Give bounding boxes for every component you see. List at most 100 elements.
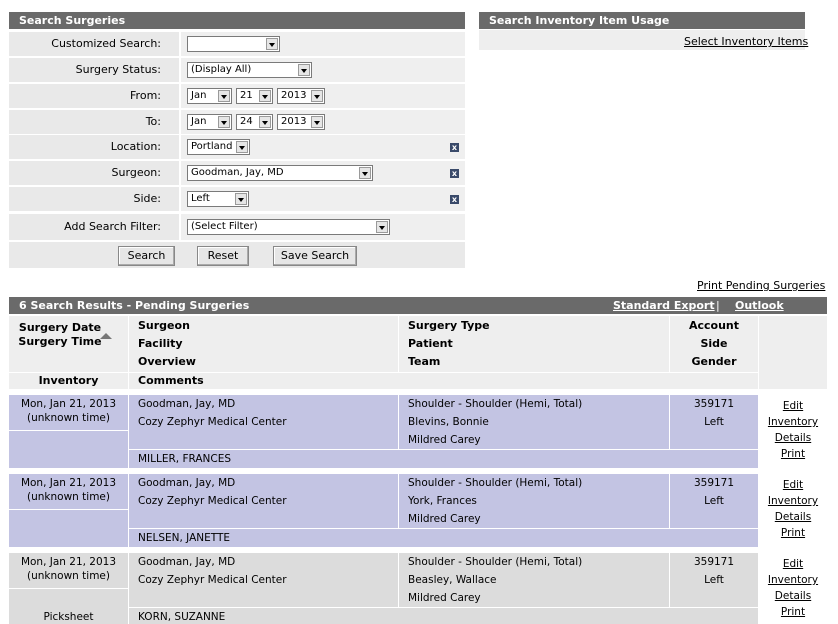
customized-search-select[interactable] (187, 36, 280, 52)
to-day-select[interactable]: 24 (236, 114, 273, 130)
add-filter-label: Add Search Filter: (64, 220, 161, 233)
select-inventory-items-link[interactable]: Select Inventory Items (684, 35, 808, 48)
from-month-select[interactable]: Jan (187, 88, 232, 104)
add-filter-row: Add Search Filter: (Select Filter) (9, 214, 465, 240)
surgery-date: Mon, Jan 21, 2013 (20, 398, 117, 410)
side-select[interactable]: Left (187, 191, 249, 207)
chevron-down-icon (359, 167, 371, 179)
row-divider (128, 395, 129, 468)
from-date-row: From: Jan 21 2013 (9, 84, 465, 108)
print-pending-surgeries-link[interactable]: Print Pending Surgeries (697, 279, 825, 292)
standard-export-link[interactable]: Standard Export (613, 297, 715, 314)
row-divider (128, 528, 758, 529)
surgery-type-header: Surgery Type (408, 319, 490, 332)
account-cell-value: 359171 (693, 556, 735, 568)
comments-cell-value: KORN, SUZANNE (138, 611, 226, 623)
to-year-value: 2013 (281, 116, 307, 127)
chevron-down-icon (236, 141, 248, 153)
save-search-button[interactable]: Save Search (273, 246, 357, 266)
edit-link[interactable]: Edit (759, 400, 827, 412)
from-day-select[interactable]: 21 (236, 88, 273, 104)
team-cell-value: Mildred Carey (408, 592, 481, 604)
customized-search-label: Customized Search: (51, 37, 161, 50)
facility-cell-value: Cozy Zephyr Medical Center (138, 416, 287, 428)
row-divider (128, 607, 758, 608)
remove-surgeon-filter-icon[interactable]: x (450, 169, 459, 178)
sort-surgery-time-header[interactable]: Surgery Time (9, 335, 111, 348)
side-label: Side: (133, 192, 162, 205)
row-divider (398, 553, 399, 607)
search-button[interactable]: Search (118, 246, 175, 266)
to-month-select[interactable]: Jan (187, 114, 232, 130)
account-header: Account (688, 319, 740, 332)
patient-cell-value: York, Frances (408, 495, 477, 507)
edit-link[interactable]: Edit (759, 479, 827, 491)
facility-cell-value: Cozy Zephyr Medical Center (138, 574, 287, 586)
chevron-down-icon (266, 38, 278, 50)
comments-cell-value: NELSEN, JANETTE (138, 532, 231, 544)
edit-link[interactable]: Edit (759, 558, 827, 570)
print-link[interactable]: Print (759, 448, 827, 460)
actions-cell: Edit Inventory Details Print (759, 553, 827, 624)
remove-side-filter-icon[interactable]: x (450, 195, 459, 204)
chevron-down-icon (259, 116, 271, 128)
reset-button[interactable]: Reset (197, 246, 249, 266)
surgeon-cell-value: Goodman, Jay, MD (138, 556, 236, 568)
inventory-link[interactable]: Inventory (759, 416, 827, 428)
inventory-link[interactable]: Inventory (759, 574, 827, 586)
surgery-status-value: (Display All) (191, 64, 252, 75)
surgeon-cell-value: Goodman, Jay, MD (138, 477, 236, 489)
to-label: To: (145, 115, 161, 128)
details-link[interactable]: Details (759, 511, 827, 523)
surgeon-value: Goodman, Jay, MD (191, 167, 284, 178)
side-row: Side: Left x (9, 187, 465, 211)
location-select[interactable]: Portland (187, 139, 250, 155)
row-divider (398, 474, 399, 528)
surgery-time: (unknown time) (27, 491, 110, 503)
gender-header: Gender (691, 355, 737, 368)
overview-header: Overview (138, 355, 196, 368)
facility-cell-value: Cozy Zephyr Medical Center (138, 495, 287, 507)
chevron-down-icon (259, 90, 271, 102)
team-cell-value: Mildred Carey (408, 513, 481, 525)
picksheet-link[interactable]: Picksheet (9, 611, 128, 623)
surgeon-select[interactable]: Goodman, Jay, MD (187, 165, 373, 181)
add-filter-select[interactable]: (Select Filter) (187, 219, 390, 235)
side-value: Left (191, 193, 210, 204)
side-header: Side (700, 337, 728, 350)
actions-cell: Edit Inventory Details Print (759, 474, 827, 547)
details-link[interactable]: Details (759, 432, 827, 444)
print-link[interactable]: Print (759, 527, 827, 539)
inventory-link[interactable]: Inventory (759, 495, 827, 507)
customized-search-row: Customized Search: (9, 32, 465, 56)
search-panel-title: Search Surgeries (9, 12, 465, 29)
surgery-time: (unknown time) (27, 412, 110, 424)
comments-cell-value: MILLER, FRANCES (138, 453, 232, 465)
from-year-select[interactable]: 2013 (277, 88, 325, 104)
from-label: From: (130, 89, 161, 102)
customized-search-cell (179, 32, 465, 56)
inventory-header: Inventory (38, 374, 99, 387)
surgeon-header: Surgeon (138, 319, 190, 332)
print-link[interactable]: Print (759, 606, 827, 618)
comments-header: Comments (138, 374, 204, 387)
surgery-status-cell: (Display All) (179, 58, 465, 82)
surgery-status-select[interactable]: (Display All) (187, 62, 312, 78)
details-link[interactable]: Details (759, 590, 827, 602)
sort-ascending-icon (100, 333, 112, 339)
surgeon-cell-value: Goodman, Jay, MD (138, 398, 236, 410)
surgery-type-cell-value: Shoulder - Shoulder (Hemi, Total) (408, 398, 583, 410)
row-divider (9, 588, 128, 589)
from-year-value: 2013 (281, 90, 307, 101)
chevron-down-icon (311, 90, 323, 102)
row-divider (128, 474, 129, 547)
sort-surgery-date-header[interactable]: Surgery Date (9, 321, 111, 334)
to-year-select[interactable]: 2013 (277, 114, 325, 130)
location-label: Location: (110, 140, 161, 153)
row-divider (128, 449, 758, 450)
remove-location-filter-icon[interactable]: x (450, 143, 459, 152)
side-cell-value: Left (704, 574, 724, 586)
header-divider (128, 316, 129, 389)
team-header: Team (408, 355, 441, 368)
results-title: 6 Search Results - Pending Surgeries (19, 299, 250, 312)
